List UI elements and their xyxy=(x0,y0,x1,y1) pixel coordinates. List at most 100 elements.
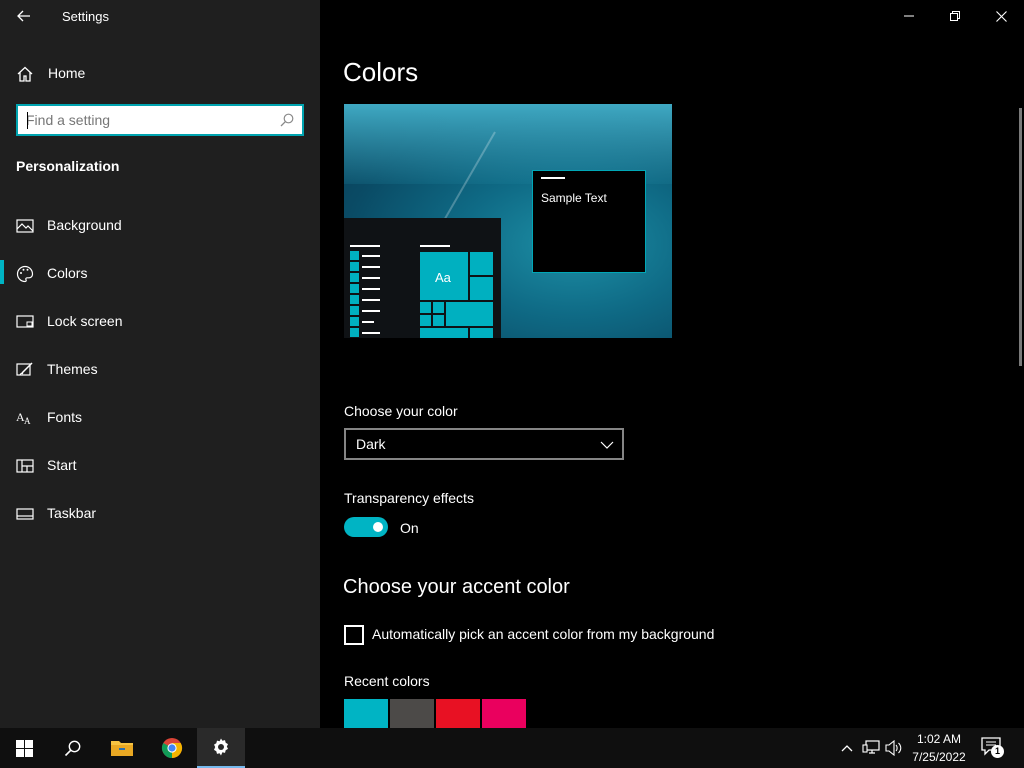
choose-color-dropdown[interactable]: Dark xyxy=(344,428,624,460)
search-box[interactable] xyxy=(16,104,304,136)
sidebar-item-colors[interactable]: Colors xyxy=(0,254,320,302)
preview-tile xyxy=(433,315,444,326)
network-icon xyxy=(862,740,880,754)
sidebar-item-fonts[interactable]: AA Fonts xyxy=(0,398,320,446)
scrollbar[interactable] xyxy=(1019,108,1022,366)
action-center-button[interactable]: 1 xyxy=(980,736,1006,760)
preview-tile xyxy=(420,315,431,326)
text-cursor xyxy=(27,112,28,129)
preview-tile xyxy=(470,277,493,300)
lock-screen-icon xyxy=(16,315,34,328)
transparency-toggle[interactable] xyxy=(344,517,388,537)
volume-button[interactable] xyxy=(884,738,904,758)
search-icon[interactable] xyxy=(280,113,294,127)
clock-time: 1:02 AM xyxy=(916,732,962,746)
preview-square xyxy=(350,251,359,260)
preview-line xyxy=(362,321,374,323)
svg-text:A: A xyxy=(24,416,31,426)
taskbar-clock[interactable]: 1:02 AM 7/25/2022 xyxy=(906,730,972,766)
settings-sidebar: Settings Home Personalization Background… xyxy=(0,0,320,728)
preview-sample-text: Sample Text xyxy=(541,191,607,205)
sidebar-item-start[interactable]: Start xyxy=(0,446,320,494)
close-button[interactable] xyxy=(978,0,1024,32)
settings-gear-icon xyxy=(214,738,228,756)
clock-date: 7/25/2022 xyxy=(912,750,966,764)
minimize-button[interactable] xyxy=(886,0,932,32)
windows-start-icon xyxy=(15,739,33,757)
settings-content: Colors Aa Sample Text Choose your color … xyxy=(320,0,1024,728)
sidebar-item-label: Colors xyxy=(47,265,88,281)
preview-tile xyxy=(433,302,444,313)
preview-line xyxy=(362,288,380,290)
theme-preview: Aa Sample Text xyxy=(344,104,672,338)
preview-tile xyxy=(470,328,493,338)
chrome-icon xyxy=(161,738,183,759)
taskbar-search-button[interactable] xyxy=(48,728,96,768)
preview-square xyxy=(350,295,359,304)
sidebar-item-themes[interactable]: Themes xyxy=(0,350,320,398)
preview-tile-label: Aa xyxy=(435,270,451,285)
recent-colors-label: Recent colors xyxy=(344,673,430,689)
preview-line xyxy=(362,266,380,268)
recent-color-swatch[interactable] xyxy=(482,699,526,728)
sidebar-item-label: Background xyxy=(47,217,122,233)
search-input[interactable] xyxy=(26,111,276,129)
section-title: Personalization xyxy=(16,158,120,174)
preview-line xyxy=(420,245,450,247)
preview-start-menu xyxy=(344,218,501,338)
close-icon xyxy=(995,10,1007,22)
recent-color-swatch[interactable] xyxy=(344,699,388,728)
preview-line xyxy=(362,255,380,257)
settings-taskbar-button[interactable] xyxy=(197,728,245,768)
show-hidden-icons-button[interactable] xyxy=(837,738,857,758)
font-icon: AA xyxy=(16,410,31,426)
transparency-label: Transparency effects xyxy=(344,490,474,506)
preview-tile xyxy=(420,302,431,313)
start-button[interactable] xyxy=(0,728,48,768)
preview-window: Sample Text xyxy=(532,170,646,273)
sidebar-item-label: Start xyxy=(47,457,77,473)
preview-square xyxy=(350,317,359,326)
restore-icon xyxy=(950,11,960,21)
sidebar-item-taskbar[interactable]: Taskbar xyxy=(0,494,320,542)
search-icon xyxy=(64,740,80,756)
restore-button[interactable] xyxy=(932,0,978,32)
start-layout-icon xyxy=(16,459,34,473)
minimize-icon xyxy=(904,15,914,17)
sidebar-item-lock-screen[interactable]: Lock screen xyxy=(0,302,320,350)
network-button[interactable] xyxy=(861,738,881,758)
preview-line xyxy=(362,299,380,301)
chrome-button[interactable] xyxy=(148,728,196,768)
palette-icon xyxy=(16,265,34,283)
preview-square xyxy=(350,273,359,282)
preview-square xyxy=(350,262,359,271)
sidebar-nav: Background Colors Lock screen Themes AA … xyxy=(0,206,320,542)
brush-icon xyxy=(16,362,33,376)
preview-line xyxy=(350,245,380,247)
back-arrow-icon xyxy=(17,10,30,22)
back-button[interactable] xyxy=(8,2,40,30)
preview-square xyxy=(350,284,359,293)
file-explorer-button[interactable] xyxy=(98,728,146,768)
taskbar: 1:02 AM 7/25/2022 1 xyxy=(0,728,1024,768)
taskbar-icon xyxy=(16,508,34,520)
auto-accent-label[interactable]: Automatically pick an accent color from … xyxy=(372,626,714,642)
toggle-knob xyxy=(373,522,383,532)
auto-accent-checkbox[interactable] xyxy=(344,625,364,645)
choose-color-label: Choose your color xyxy=(344,403,458,419)
recent-color-swatch[interactable] xyxy=(390,699,434,728)
home-nav-item[interactable]: Home xyxy=(0,56,320,90)
preview-tile xyxy=(420,328,468,338)
sidebar-item-background[interactable]: Background xyxy=(0,206,320,254)
preview-tile xyxy=(470,252,493,275)
file-explorer-icon xyxy=(111,741,133,756)
chevron-down-icon xyxy=(600,441,614,449)
home-icon xyxy=(17,66,33,82)
recent-color-swatch[interactable] xyxy=(436,699,480,728)
preview-square xyxy=(350,306,359,315)
page-title: Colors xyxy=(343,57,419,87)
transparency-state: On xyxy=(400,520,419,536)
app-title: Settings xyxy=(62,9,109,24)
preview-line xyxy=(362,277,380,279)
sidebar-item-label: Lock screen xyxy=(47,313,123,329)
